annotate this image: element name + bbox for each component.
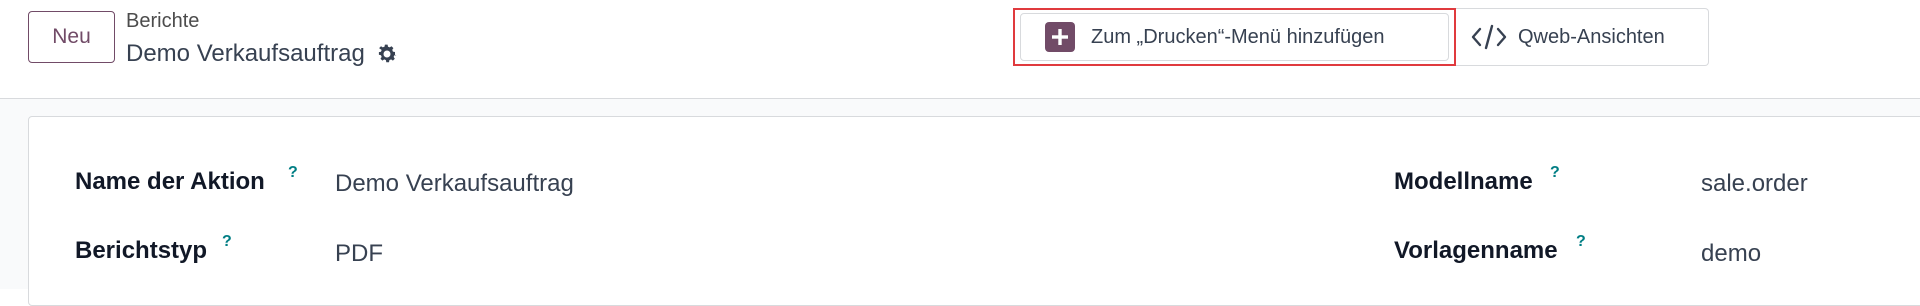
breadcrumb: Berichte <box>126 10 199 33</box>
qweb-views-button[interactable]: Qweb-Ansichten <box>1456 8 1709 66</box>
field-label-template-name: Vorlagenname <box>1394 237 1558 264</box>
record-title-text: Demo Verkaufsauftrag <box>126 40 365 67</box>
breadcrumb-item-reports[interactable]: Berichte <box>126 10 199 32</box>
help-icon-report-type[interactable]: ? <box>222 233 232 251</box>
help-icon-model-name[interactable]: ? <box>1550 164 1560 182</box>
plus-icon <box>1045 22 1075 52</box>
field-value-action-name[interactable]: Demo Verkaufsauftrag <box>335 170 574 198</box>
field-label-action-name: Name der Aktion <box>75 168 265 195</box>
form-sheet <box>28 116 1920 306</box>
help-icon-template-name[interactable]: ? <box>1576 233 1586 251</box>
add-to-print-menu-button[interactable]: Zum „Drucken“-Menü hinzufügen <box>1020 13 1449 61</box>
control-panel: Neu Berichte Demo Verkaufsauftrag Zum „D… <box>0 0 1920 99</box>
qweb-views-label: Qweb-Ansichten <box>1518 25 1665 48</box>
help-icon-action-name[interactable]: ? <box>288 164 298 182</box>
field-label-model-name: Modellname <box>1394 168 1533 195</box>
print-menu-highlight: Zum „Drucken“-Menü hinzufügen <box>1013 8 1456 66</box>
field-value-template-name[interactable]: demo <box>1701 240 1761 268</box>
field-label-report-type: Berichtstyp <box>75 237 208 264</box>
field-value-report-type[interactable]: PDF <box>335 240 383 268</box>
gear-icon[interactable] <box>375 42 399 66</box>
field-value-model-name[interactable]: sale.order <box>1701 170 1808 198</box>
action-buttons: Zum „Drucken“-Menü hinzufügen Qweb-Ansic… <box>1013 8 1709 66</box>
new-button[interactable]: Neu <box>28 11 115 63</box>
add-to-print-menu-label: Zum „Drucken“-Menü hinzufügen <box>1091 25 1385 48</box>
code-icon <box>1470 22 1508 52</box>
page-title: Demo Verkaufsauftrag <box>126 40 399 68</box>
